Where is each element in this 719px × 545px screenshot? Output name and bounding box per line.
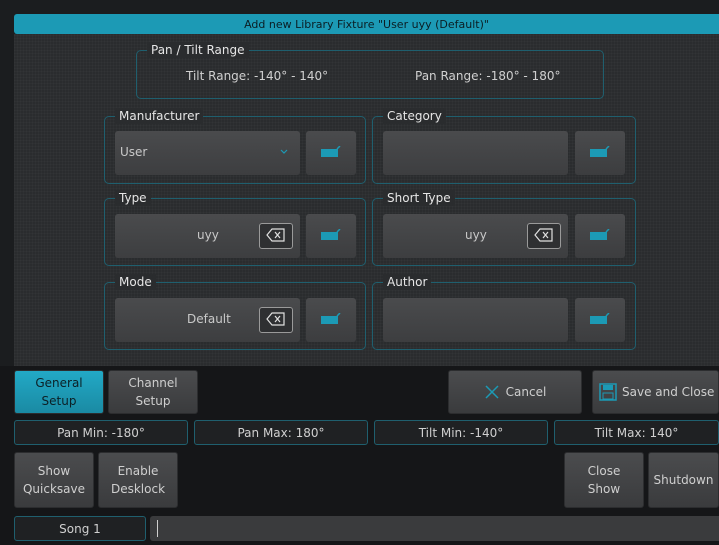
close-show-line1: Close [587, 464, 621, 478]
mode-keyboard-button[interactable] [306, 298, 356, 342]
keyboard-icon [589, 227, 611, 244]
dialog-body: Pan / Tilt Range Tilt Range: -140° - 140… [14, 34, 719, 366]
show-quicksave-line2: Quicksave [22, 482, 86, 496]
mode-legend: Mode [115, 274, 156, 290]
song-indicator[interactable]: Song 1 [14, 516, 146, 541]
type-field[interactable]: uyy [115, 214, 300, 258]
tab-general-setup[interactable]: General Setup [14, 370, 104, 414]
close-show-line2: Show [587, 482, 621, 496]
keyboard-icon [320, 227, 342, 244]
tab-channel-setup[interactable]: Channel Setup [108, 370, 198, 414]
pan-tilt-range-group: Pan / Tilt Range Tilt Range: -140° - 140… [136, 42, 604, 99]
author-field[interactable] [383, 298, 568, 342]
enable-desklock-button[interactable]: Enable Desklock [98, 452, 178, 508]
tilt-max-readout: Tilt Max: 140° [554, 420, 719, 445]
dialog-title: Add new Library Fixture "User uyy (Defau… [14, 14, 719, 34]
keyboard-icon [320, 144, 342, 161]
save-and-close-label: Save and Close [622, 385, 715, 399]
cancel-button[interactable]: Cancel [448, 370, 582, 414]
command-line[interactable] [150, 516, 719, 541]
shutdown-label: Shutdown [653, 473, 714, 487]
text-cursor [157, 520, 158, 537]
shutdown-button[interactable]: Shutdown [648, 452, 719, 508]
cancel-label: Cancel [505, 385, 547, 399]
keyboard-icon [320, 311, 342, 328]
pan-range-text: Pan Range: -180° - 180° [415, 69, 561, 83]
keyboard-icon [589, 144, 611, 161]
tilt-range-text: Tilt Range: -140° - 140° [186, 69, 329, 83]
tab-general-setup-line1: General [35, 376, 83, 390]
mode-group: Mode Default [104, 274, 366, 350]
save-icon [599, 383, 617, 401]
close-show-button[interactable]: Close Show [564, 452, 644, 508]
category-field[interactable] [383, 131, 568, 175]
author-group: Author [372, 274, 636, 350]
type-value: uyy [197, 228, 219, 242]
tab-general-setup-line2: Setup [41, 394, 77, 408]
category-keyboard-button[interactable] [575, 131, 625, 175]
tab-channel-setup-line2: Setup [135, 394, 171, 408]
show-quicksave-line1: Show [37, 464, 71, 478]
enable-desklock-line1: Enable [117, 464, 159, 478]
chevron-down-icon [279, 145, 289, 159]
short-type-legend: Short Type [383, 190, 455, 206]
enable-desklock-line2: Desklock [110, 482, 166, 496]
type-group: Type uyy [104, 190, 366, 266]
pan-min-readout: Pan Min: -180° [14, 420, 188, 445]
tilt-min-readout: Tilt Min: -140° [374, 420, 548, 445]
author-keyboard-button[interactable] [575, 298, 625, 342]
author-legend: Author [383, 274, 432, 290]
short-type-clear-button[interactable] [527, 223, 561, 249]
show-quicksave-button[interactable]: Show Quicksave [14, 452, 94, 508]
category-group: Category [372, 108, 636, 184]
manufacturer-value: User [120, 145, 148, 159]
mode-value: Default [187, 312, 231, 326]
keyboard-icon [589, 311, 611, 328]
manufacturer-legend: Manufacturer [115, 108, 204, 124]
short-type-keyboard-button[interactable] [575, 214, 625, 258]
manufacturer-group: Manufacturer User [104, 108, 366, 184]
type-clear-button[interactable] [259, 223, 293, 249]
manufacturer-keyboard-button[interactable] [306, 131, 356, 175]
pan-max-readout: Pan Max: 180° [194, 420, 368, 445]
short-type-value: uyy [465, 228, 487, 242]
mode-clear-button[interactable] [259, 307, 293, 333]
mode-field[interactable]: Default [115, 298, 300, 342]
manufacturer-select[interactable]: User [115, 131, 300, 175]
tab-channel-setup-line1: Channel [128, 376, 178, 390]
backspace-icon [266, 227, 286, 245]
pan-tilt-range-legend: Pan / Tilt Range [147, 42, 249, 58]
short-type-field[interactable]: uyy [383, 214, 568, 258]
category-legend: Category [383, 108, 446, 124]
short-type-group: Short Type uyy [372, 190, 636, 266]
close-icon [484, 384, 500, 400]
backspace-icon [534, 227, 554, 245]
backspace-icon [266, 311, 286, 329]
save-and-close-button[interactable]: Save and Close [592, 370, 719, 414]
type-keyboard-button[interactable] [306, 214, 356, 258]
type-legend: Type [115, 190, 151, 206]
